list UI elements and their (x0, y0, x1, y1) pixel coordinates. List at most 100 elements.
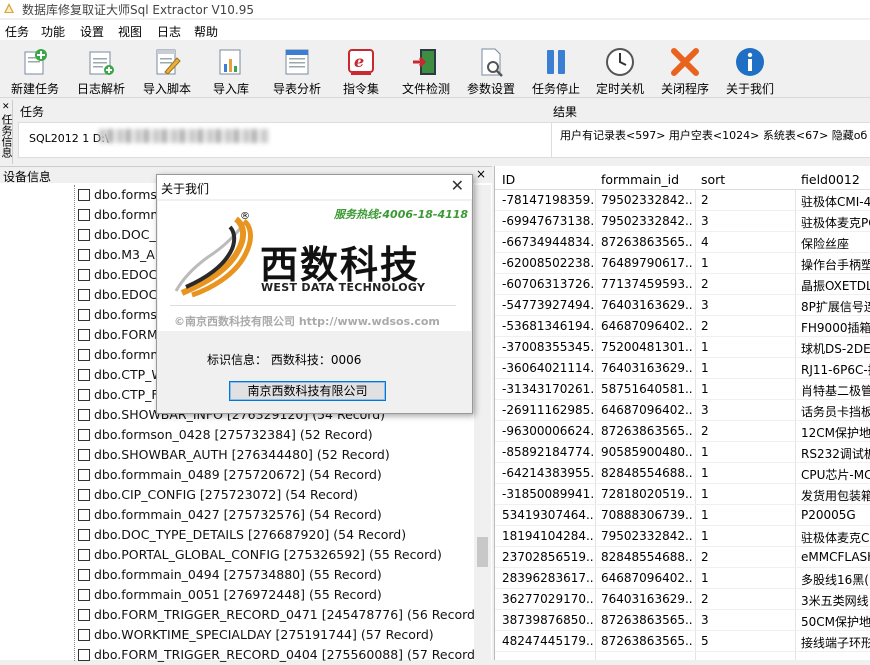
tree-item-label: dbo.M3_AP (94, 247, 163, 262)
task-list[interactable]: SQL2012 1 D:\ (18, 122, 552, 158)
tree-item-checkbox[interactable] (78, 449, 90, 461)
cell-formmain-id: 79502332842... (601, 193, 693, 207)
tree-item-checkbox[interactable] (78, 389, 90, 401)
cell-field0012: 接线端子环形 (801, 636, 870, 650)
about-us-label: 关于我们 (725, 82, 774, 96)
table-row[interactable]: 23702856519... 82848554688... 2 eMMCFLASH (495, 547, 870, 568)
cell-id: -36064021114... (502, 361, 594, 375)
close-program-button[interactable]: 关闭程序 (656, 42, 714, 98)
close-icon[interactable]: ✕ (451, 176, 464, 195)
tree-item-checkbox[interactable] (78, 629, 90, 641)
tree-item-checkbox[interactable] (78, 649, 90, 661)
tree-item-checkbox[interactable] (78, 329, 90, 341)
menu-view[interactable]: 视图 (118, 23, 142, 40)
result-header: 结果 (553, 105, 578, 119)
tree-item-checkbox[interactable] (78, 469, 90, 481)
table-analysis-button[interactable]: 导表分析 (266, 42, 328, 98)
cell-field0012: eMMCFLASH (801, 550, 870, 564)
tree-item-checkbox[interactable] (78, 249, 90, 261)
tree-item-checkbox[interactable] (78, 289, 90, 301)
table-row[interactable]: -78147198359... 79502332842... 2 驻极体CMI-4 (495, 190, 870, 211)
cell-sort: 1 (701, 529, 709, 543)
tree-item-checkbox[interactable] (78, 209, 90, 221)
table-row[interactable]: -66734944834... 87263863565... 4 保险丝座 (495, 232, 870, 253)
table-row[interactable]: -54773927494... 76403163629... 3 8P扩展信号连 (495, 295, 870, 316)
new-task-button[interactable]: 新建任务 (4, 42, 66, 98)
import-db-button[interactable]: 导入库 (202, 42, 260, 98)
table-row[interactable]: -69947673138... 79502332842... 3 驻极体麦克PC (495, 211, 870, 232)
tree-item-checkbox[interactable] (78, 369, 90, 381)
tree-item-label: dbo.formmain_0494 [275734880] (55 Record… (94, 567, 382, 582)
import-script-label: 导入脚本 (142, 82, 191, 96)
cell-sort: 2 (701, 424, 709, 438)
table-row[interactable]: 36277029170... 76403163629... 2 3米五类网线 (495, 589, 870, 610)
tree-item-checkbox[interactable] (78, 189, 90, 201)
tree-item-checkbox[interactable] (78, 529, 90, 541)
menu-help[interactable]: 帮助 (194, 23, 218, 40)
tree-item-checkbox[interactable] (78, 409, 90, 421)
window-title: 数据库修复取证大师Sql Extractor V10.95 (22, 3, 255, 17)
table-row[interactable]: -60706313726... 77137459593... 2 晶振OXETDL (495, 274, 870, 295)
cell-field0012: 保险丝座 (801, 237, 850, 251)
tree-item-checkbox[interactable] (78, 589, 90, 601)
table-row[interactable]: -31343170261... 58751640581... 1 肖特基二极管 (495, 379, 870, 400)
tree-item-checkbox[interactable] (78, 569, 90, 581)
tree-item-checkbox[interactable] (78, 309, 90, 321)
table-row[interactable]: -62008502238... 76489790617... 1 操作台手柄塑 (495, 253, 870, 274)
tree-item-checkbox[interactable] (78, 549, 90, 561)
table-row[interactable]: 18194104284... 79502332842... 1 驻极体麦克C (495, 526, 870, 547)
ok-button[interactable]: 南京西数科技有限公司 (229, 381, 386, 401)
close-icon[interactable]: × (476, 167, 486, 181)
table-row[interactable]: -96300006624... 87263863565... 2 12CM保护地 (495, 421, 870, 442)
table-row[interactable]: -53681346194... 64687096402... 2 FH9000插箱( (495, 316, 870, 337)
cell-id: 38739876850... (502, 613, 594, 627)
table-row[interactable]: 28396283617... 64687096402... 1 多股线16黑( (495, 568, 870, 589)
table-row[interactable]: 48247445179... 87263863565... 5 接线端子环形 (495, 631, 870, 652)
cell-id: -31343170261... (502, 382, 594, 396)
grid-header-row: ID formmain_id sort field0012 (495, 166, 870, 190)
table-row[interactable]: -26911162985... 64687096402... 3 话务员卡挡板 (495, 400, 870, 421)
pause-task-button[interactable]: 任务停止 (528, 42, 584, 98)
menu-settings[interactable]: 设置 (80, 23, 104, 40)
cell-id: 36277029170... (502, 592, 594, 606)
table-row[interactable]: -64214383955... 82848554688... 1 CPU芯片-MC (495, 463, 870, 484)
pin-icon[interactable]: ✕ (2, 102, 10, 112)
import-script-button[interactable]: 导入脚本 (136, 42, 198, 98)
tree-item-checkbox[interactable] (78, 229, 90, 241)
table-row[interactable]: -37008355345... 75200481301... 1 球机DS-2DE (495, 337, 870, 358)
table-row[interactable]: 53419307464... 70888306739... 1 P20005G (495, 505, 870, 526)
device-scrollbar[interactable] (474, 185, 491, 661)
cell-sort: 1 (701, 508, 709, 522)
cell-id: 53419307464... (502, 508, 594, 522)
device-scroll-thumb[interactable] (477, 537, 488, 567)
file-check-button[interactable]: 文件检测 (398, 42, 454, 98)
tree-item-checkbox[interactable] (78, 509, 90, 521)
settings-button[interactable]: 参数设置 (462, 42, 520, 98)
log-parse-button[interactable]: 日志解析 (70, 42, 132, 98)
table-row[interactable]: -85892184774... 90585900480... 1 RS232调试板 (495, 442, 870, 463)
column-header-id[interactable]: ID (502, 172, 515, 187)
task-info-side-tab[interactable]: ✕ 任务信息 (0, 100, 13, 164)
tree-item-checkbox[interactable] (78, 269, 90, 281)
tree-item-checkbox[interactable] (78, 489, 90, 501)
tree-item-checkbox[interactable] (78, 349, 90, 361)
column-header-field0012[interactable]: field0012 (801, 172, 860, 187)
tree-item-checkbox[interactable] (78, 429, 90, 441)
scheduled-shutdown-button[interactable]: 定时关机 (592, 42, 648, 98)
cell-id: -96300006624... (502, 424, 594, 438)
cell-id: -64214383955... (502, 466, 594, 480)
cell-field0012: 球机DS-2DE (801, 342, 870, 356)
menu-log[interactable]: 日志 (157, 23, 181, 40)
table-row[interactable]: -31850089941... 72818020519... 1 发货用包装箱 (495, 484, 870, 505)
column-header-formmain-id[interactable]: formmain_id (601, 172, 679, 187)
menu-task[interactable]: 任务 (5, 23, 29, 40)
tree-item-label: dbo.formson_0428 [275732384] (52 Record) (94, 427, 373, 442)
about-us-button[interactable]: 关于我们 (722, 42, 778, 98)
column-header-sort[interactable]: sort (701, 172, 725, 187)
command-set-button[interactable]: e 指令集 (334, 42, 388, 98)
table-row[interactable]: 38739876850... 87263863565... 3 50CM保护地 (495, 610, 870, 631)
menu-function[interactable]: 功能 (41, 23, 65, 40)
tree-item-checkbox[interactable] (78, 609, 90, 621)
table-row[interactable]: -36064021114... 76403163629... 1 RJ11-6P6C-… (495, 358, 870, 379)
cell-id: -31850089941... (502, 487, 594, 501)
